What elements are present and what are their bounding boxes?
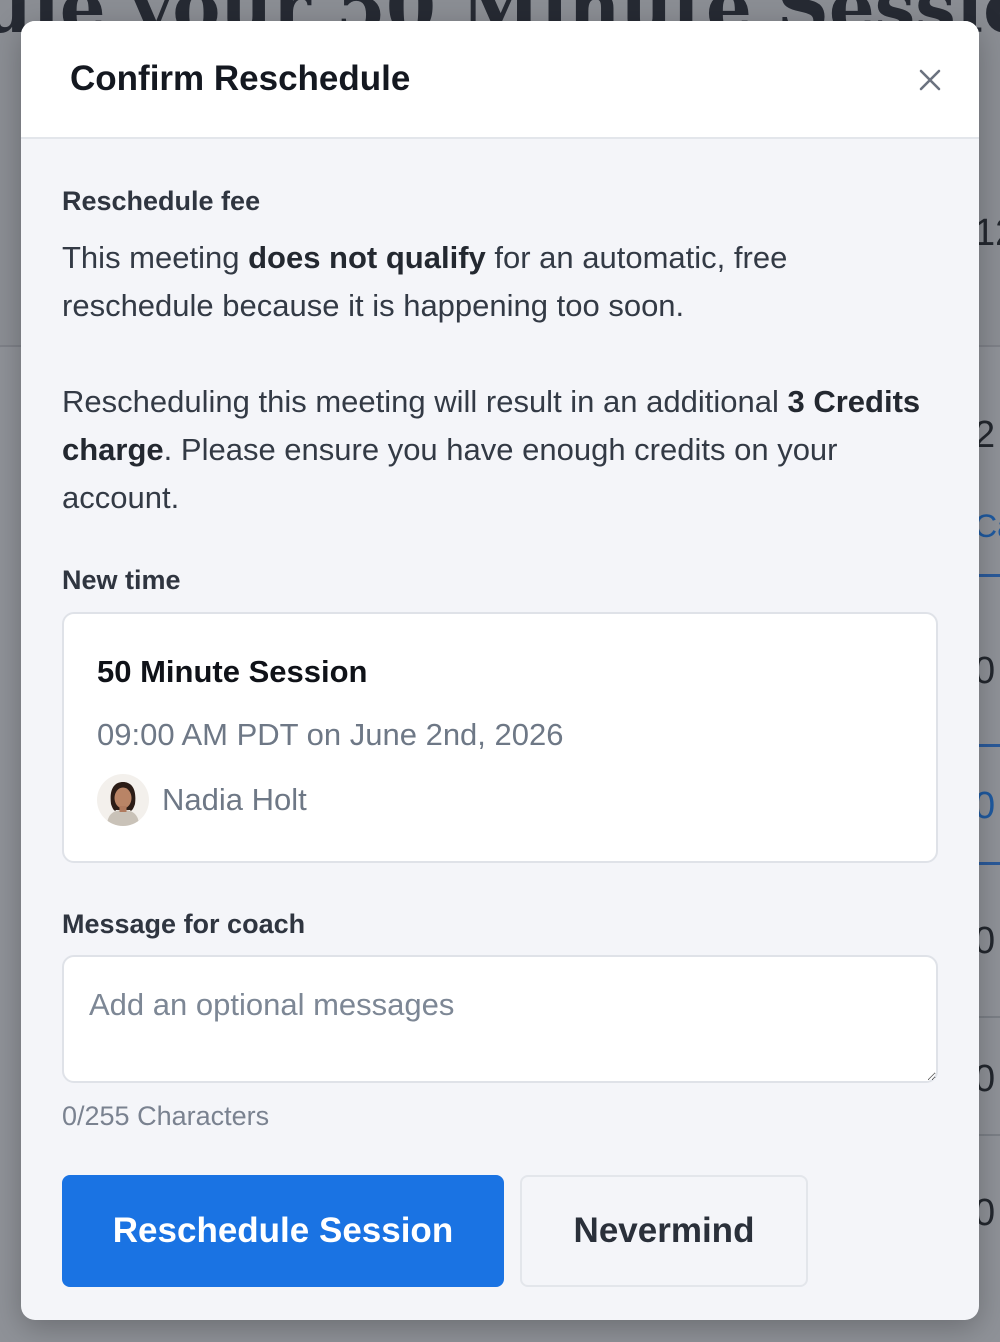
close-icon <box>919 69 941 91</box>
reschedule-fee-label: Reschedule fee <box>62 186 261 216</box>
close-button[interactable] <box>911 61 949 99</box>
new-time-label: New time <box>62 565 181 595</box>
fee-emphasis: does not qualify <box>248 240 486 275</box>
session-time: 09:00 AM PDT on June 2nd, 2026 <box>97 717 564 752</box>
session-card: 50 Minute Session 09:00 AM PDT on June 2… <box>62 612 938 863</box>
coach-name: Nadia Holt <box>162 782 307 817</box>
session-name: 50 Minute Session <box>97 654 368 689</box>
modal-title: Confirm Reschedule <box>70 59 411 98</box>
coach-message-input[interactable] <box>62 955 938 1083</box>
reschedule-session-button[interactable]: Reschedule Session <box>62 1175 504 1287</box>
credits-charge-notice: Rescheduling this meeting will result in… <box>62 384 921 515</box>
modal-header: Confirm Reschedule <box>21 21 979 139</box>
character-count: 0/255 Characters <box>62 1101 270 1131</box>
nevermind-button[interactable]: Nevermind <box>520 1175 808 1287</box>
coach-row: Nadia Holt <box>97 774 307 826</box>
confirm-reschedule-modal: Confirm Reschedule Reschedule fee This m… <box>21 21 979 1320</box>
avatar <box>97 774 149 826</box>
message-for-coach-label: Message for coach <box>62 909 306 939</box>
fee-description: This meeting does not qualify for an aut… <box>62 240 788 323</box>
